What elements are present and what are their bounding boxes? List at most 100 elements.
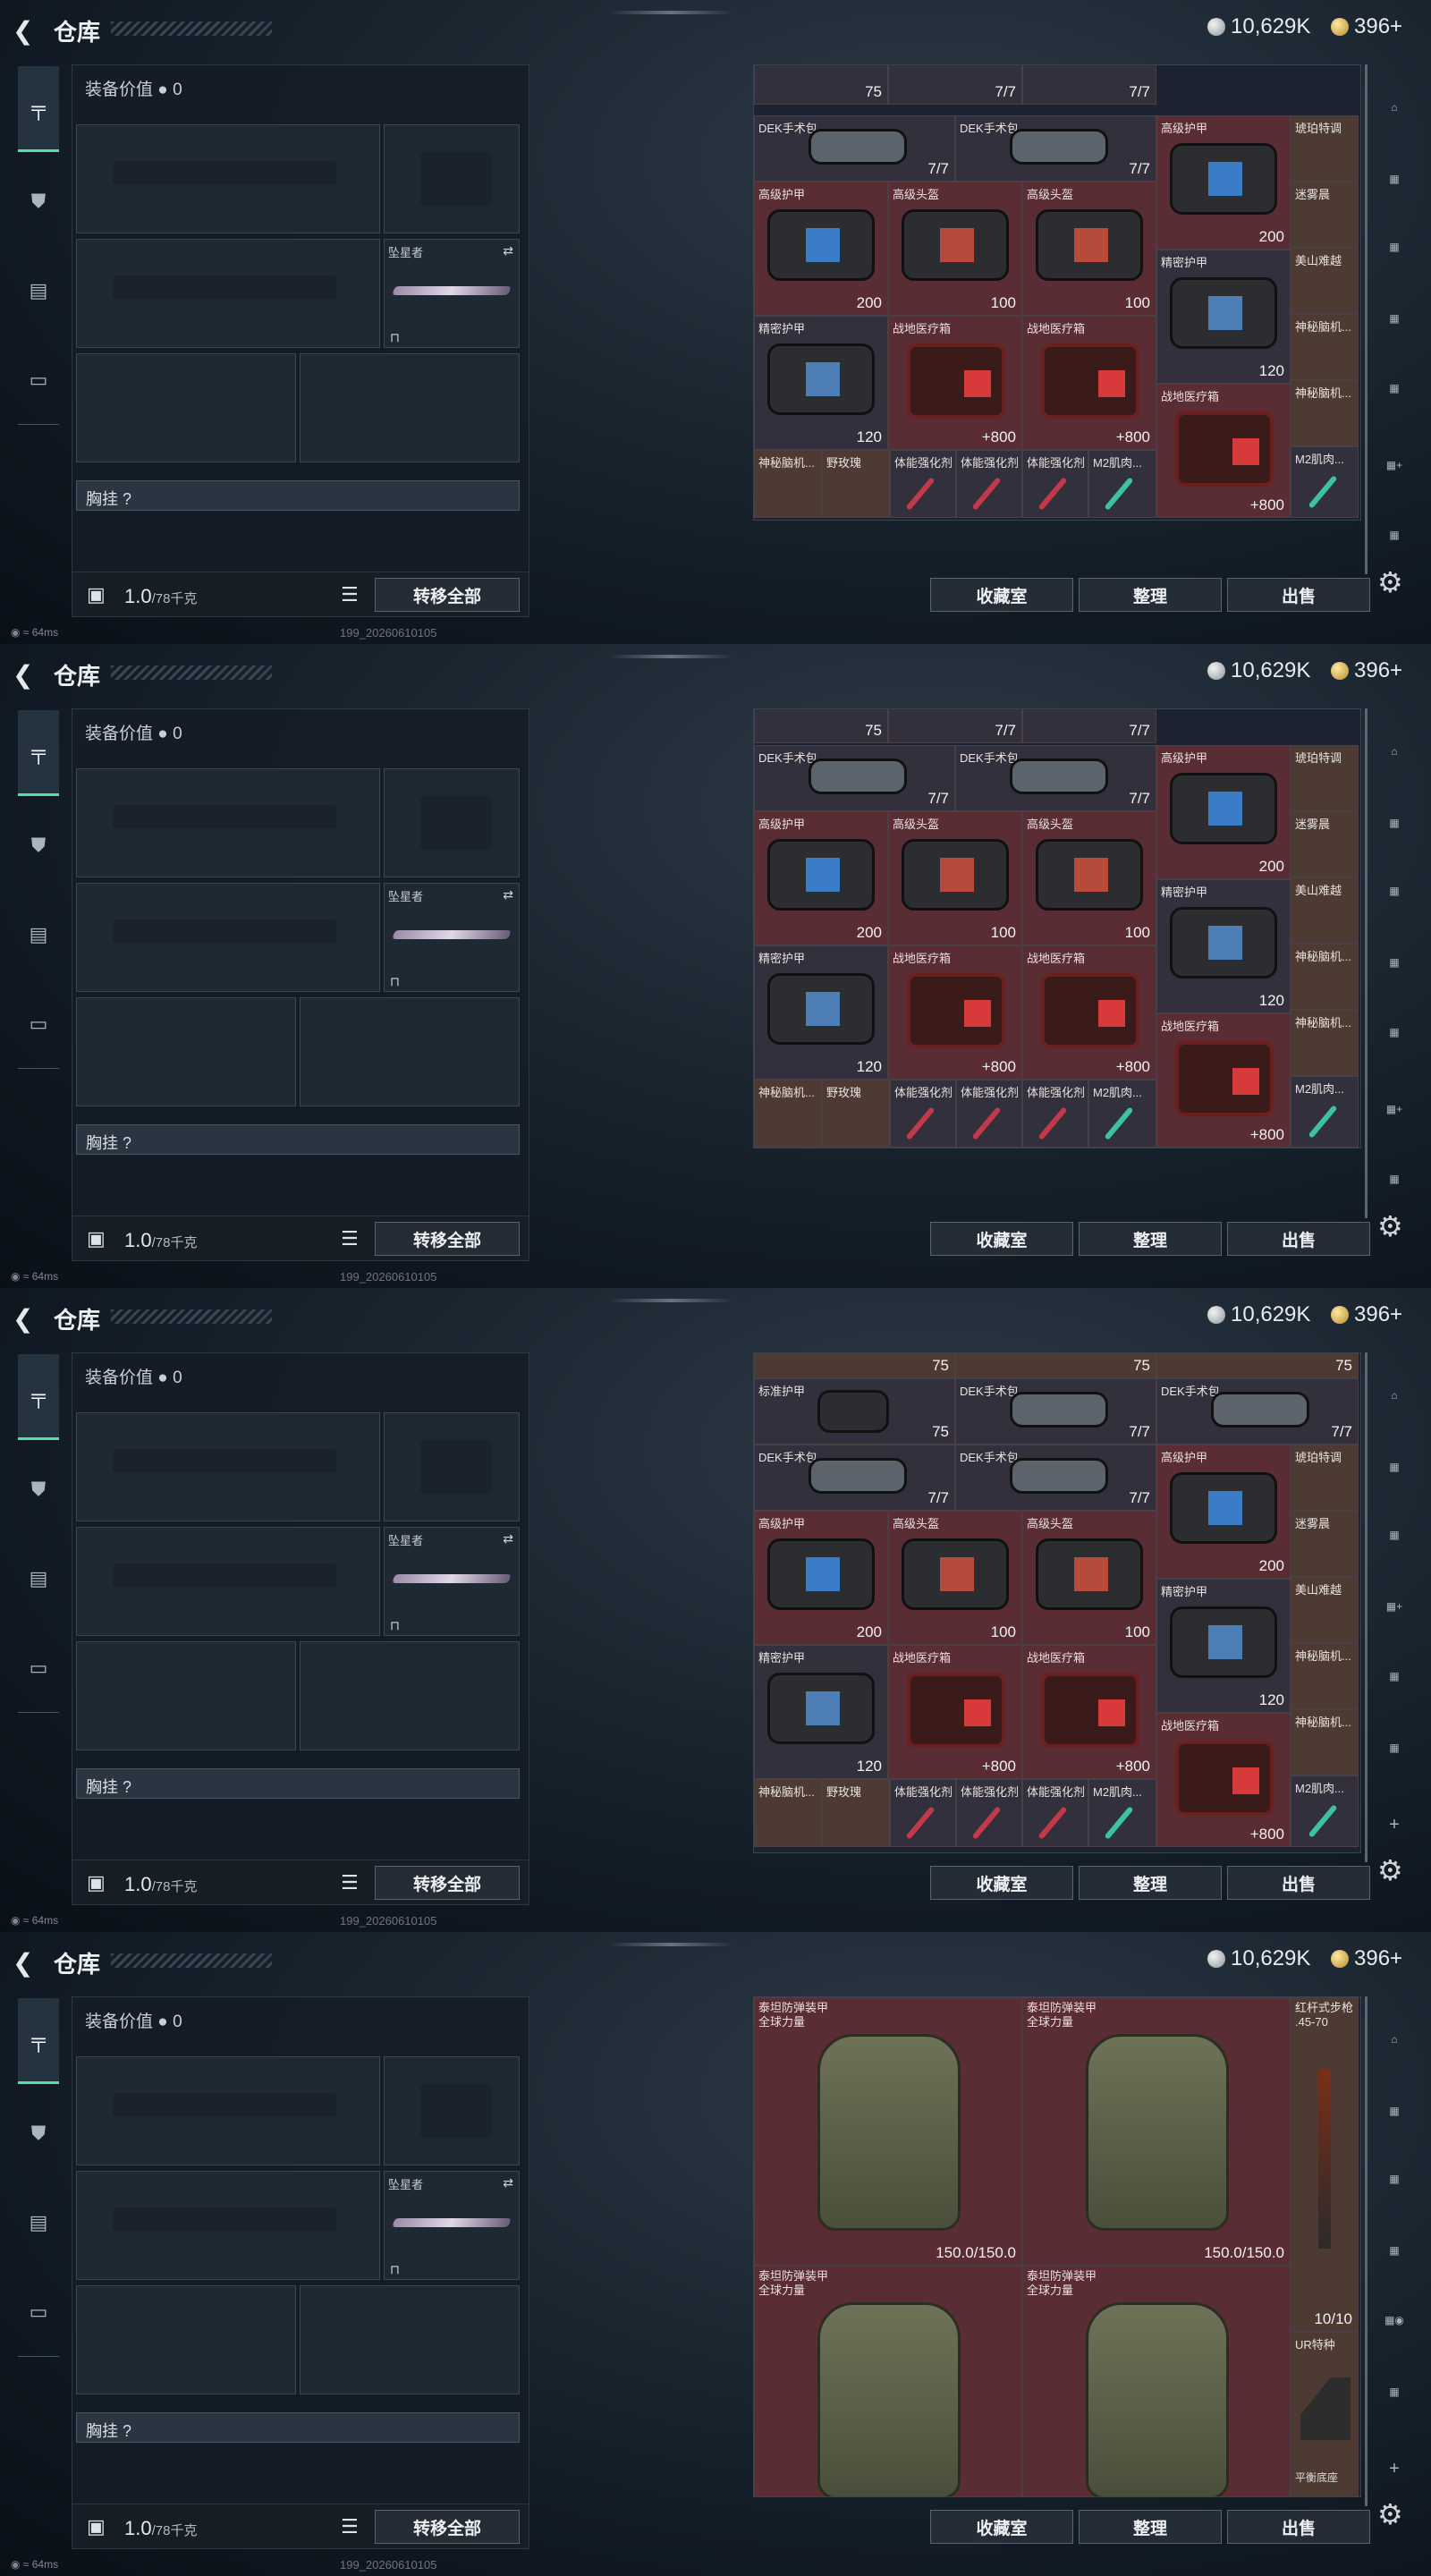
- stash-cell[interactable]: 75: [1156, 1353, 1359, 1378]
- chest-rig-slot[interactable]: 胸挂 ?: [76, 480, 520, 511]
- list-icon[interactable]: ☰: [341, 583, 359, 606]
- melee-slot[interactable]: 坠星者 ⇄ ⊓: [384, 883, 520, 992]
- swap-icon[interactable]: ⇄: [503, 1531, 513, 1546]
- body-armor-slot[interactable]: [300, 1641, 520, 1750]
- stash-scrollbar[interactable]: [1365, 708, 1367, 1218]
- helmet-slot[interactable]: [76, 353, 296, 462]
- amber-item[interactable]: 琥珀特调: [1291, 1445, 1359, 1511]
- precise-armor-item[interactable]: 精密护甲 120: [754, 945, 888, 1080]
- stam-item[interactable]: 体能强化剂: [1022, 1779, 1088, 1847]
- m2-item[interactable]: M2肌肉...: [1291, 446, 1359, 518]
- storage-tab-4[interactable]: ▦: [1374, 301, 1415, 336]
- dek-kit-item[interactable]: DEK手术包 7/7: [754, 115, 955, 182]
- titan-armor-item[interactable]: 泰坦防弹装甲 全球力量 150.0/150.0: [1022, 1997, 1291, 2266]
- storage-tab-6[interactable]: ▦+: [1374, 447, 1415, 483]
- nav-bag[interactable]: ▭: [18, 1005, 59, 1043]
- stash-scrollbar[interactable]: [1365, 1996, 1367, 2506]
- storage-tab-5[interactable]: ▦◉: [1374, 2302, 1415, 2338]
- nav-weapons[interactable]: ╤: [18, 66, 59, 152]
- melee-slot[interactable]: 坠星者 ⇄ ⊓: [384, 239, 520, 348]
- transfer-all-button[interactable]: 转移全部: [375, 1222, 520, 1256]
- collection-button[interactable]: 收藏室: [930, 2510, 1073, 2544]
- primary-weapon-slot[interactable]: [76, 2056, 380, 2165]
- pistol-slot[interactable]: [384, 768, 520, 877]
- list-icon[interactable]: ☰: [341, 1227, 359, 1250]
- dek-kit-item[interactable]: DEK手术包 7/7: [955, 115, 1156, 182]
- dek-kit-item[interactable]: DEK手术包 7/7: [955, 1378, 1156, 1445]
- titan-armor-item[interactable]: 泰坦防弹装甲 全球力量: [754, 2266, 1022, 2496]
- field-med-item[interactable]: 战地医疗箱 +800: [888, 316, 1022, 450]
- gold-currency[interactable]: 396+: [1331, 1946, 1402, 1971]
- storage-tab-7[interactable]: ▦: [1374, 517, 1415, 553]
- transfer-all-button[interactable]: 转移全部: [375, 578, 520, 612]
- titan-armor-item[interactable]: 泰坦防弹装甲 全球力量 150.0/150.0: [754, 1997, 1022, 2266]
- swap-icon[interactable]: ⇄: [503, 887, 513, 902]
- storage-tab-2[interactable]: ▦: [1374, 1449, 1415, 1485]
- precise-armor-item[interactable]: 精密护甲 120: [754, 316, 888, 450]
- nav-armor[interactable]: ⛊: [18, 1470, 59, 1508]
- gold-currency[interactable]: 396+: [1331, 658, 1402, 683]
- stam-item[interactable]: 体能强化剂: [956, 450, 1022, 518]
- mystery-item[interactable]: 神秘脑机...: [1291, 380, 1359, 446]
- storage-tab-3[interactable]: ▦: [1374, 229, 1415, 265]
- list-icon[interactable]: ☰: [341, 2515, 359, 2538]
- helmet-slot[interactable]: [76, 1641, 296, 1750]
- nav-clipboard[interactable]: ▤: [18, 272, 59, 309]
- sell-button[interactable]: 出售: [1227, 1866, 1370, 1900]
- nav-weapons[interactable]: ╤: [18, 1998, 59, 2084]
- secondary-weapon-slot[interactable]: [76, 239, 380, 348]
- pistol-slot[interactable]: [384, 1412, 520, 1521]
- back-chevron-icon[interactable]: ❮: [13, 16, 33, 46]
- body-armor-slot[interactable]: [300, 2285, 520, 2394]
- storage-tab-2[interactable]: ▦: [1374, 161, 1415, 197]
- m2-item[interactable]: M2肌肉...: [1088, 1779, 1156, 1847]
- sort-button[interactable]: 整理: [1079, 2510, 1222, 2544]
- precise-armor-item[interactable]: 精密护甲 120: [1156, 250, 1291, 384]
- stash-cell[interactable]: 75: [754, 65, 888, 105]
- storage-tab-1[interactable]: ⌂: [1374, 1377, 1415, 1413]
- nav-clipboard[interactable]: ▤: [18, 1560, 59, 1597]
- chest-rig-slot[interactable]: 胸挂 ?: [76, 1768, 520, 1799]
- mystery-item[interactable]: 神秘脑机...: [1291, 944, 1359, 1010]
- primary-weapon-slot[interactable]: [76, 1412, 380, 1521]
- mist-item[interactable]: 迷雾晨: [1291, 182, 1359, 248]
- storage-tab-4[interactable]: ▦: [1374, 2233, 1415, 2268]
- adv-helmet-item[interactable]: 高级头盔 100: [888, 1511, 1022, 1645]
- mystery-item[interactable]: 神秘脑机...: [1291, 1709, 1359, 1775]
- collection-button[interactable]: 收藏室: [930, 1222, 1073, 1256]
- mystery-item[interactable]: 神秘脑机...: [754, 450, 822, 518]
- secondary-weapon-slot[interactable]: [76, 2171, 380, 2280]
- transfer-all-button[interactable]: 转移全部: [375, 1866, 520, 1900]
- storage-tab-2[interactable]: ▦: [1374, 2093, 1415, 2129]
- field-med-item[interactable]: 战地医疗箱 +800: [888, 1645, 1022, 1779]
- precise-armor-item[interactable]: 精密护甲 120: [1156, 879, 1291, 1013]
- sell-button[interactable]: 出售: [1227, 578, 1370, 612]
- nav-bag[interactable]: ▭: [18, 2293, 59, 2331]
- stash-cell[interactable]: 75: [955, 1353, 1156, 1378]
- dek-kit-item[interactable]: DEK手术包 7/7: [955, 1445, 1156, 1511]
- sell-button[interactable]: 出售: [1227, 1222, 1370, 1256]
- precise-armor-item[interactable]: 精密护甲 120: [754, 1645, 888, 1779]
- red-rifle-item[interactable]: 红杆式步枪 .45-70 10/10: [1291, 1997, 1359, 2332]
- field-med-item[interactable]: 战地医疗箱 +800: [1022, 1645, 1156, 1779]
- primary-weapon-slot[interactable]: [76, 768, 380, 877]
- stash-cell[interactable]: 75: [754, 1353, 955, 1378]
- dek-kit-item[interactable]: DEK手术包 7/7: [754, 1445, 955, 1511]
- melee-slot[interactable]: 坠星者 ⇄ ⊓: [384, 1527, 520, 1636]
- pistol-slot[interactable]: [384, 124, 520, 233]
- storage-tab-5[interactable]: ▦: [1374, 370, 1415, 406]
- nav-armor[interactable]: ⛊: [18, 826, 59, 864]
- storage-tab-4[interactable]: ▦: [1374, 945, 1415, 980]
- adv-helmet-item[interactable]: 高级头盔 100: [1022, 811, 1156, 945]
- mountain-item[interactable]: 美山难越: [1291, 877, 1359, 944]
- adv-armor-item[interactable]: 高级护甲 200: [754, 811, 888, 945]
- stash-cell[interactable]: 7/7: [1022, 65, 1156, 105]
- field-med-item[interactable]: 战地医疗箱 +800: [1022, 316, 1156, 450]
- settings-gear-icon[interactable]: ⚙: [1377, 2497, 1403, 2531]
- stash-cell[interactable]: 7/7: [1022, 709, 1156, 743]
- secondary-weapon-slot[interactable]: [76, 883, 380, 992]
- settings-gear-icon[interactable]: ⚙: [1377, 1209, 1403, 1243]
- storage-tab-5[interactable]: ▦: [1374, 1658, 1415, 1694]
- amber-item[interactable]: 琥珀特调: [1291, 115, 1359, 182]
- helmet-slot[interactable]: [76, 997, 296, 1106]
